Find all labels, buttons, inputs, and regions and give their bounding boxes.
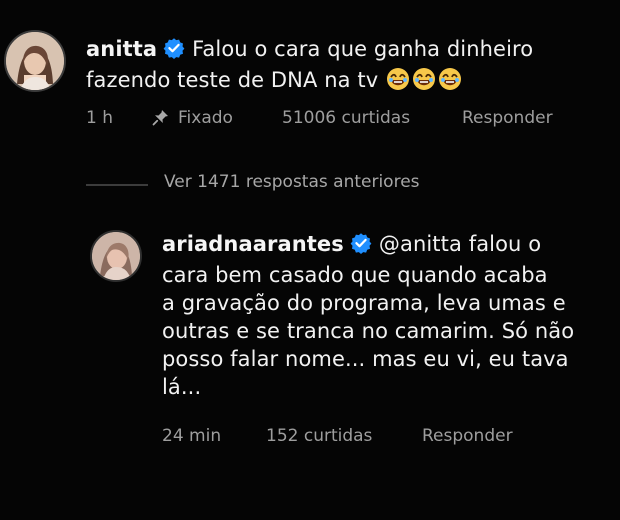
verified-icon	[163, 37, 185, 66]
comment-text-line-2: fazendo teste de DNA na tv	[86, 68, 379, 92]
pin-icon	[152, 108, 170, 126]
laughing-emoji-icon	[386, 67, 410, 91]
comment-username[interactable]: anitta	[86, 37, 157, 61]
reply-username[interactable]: ariadnaarantes	[162, 232, 344, 256]
reply-text-line-3: a gravação do programa, leva umas e	[162, 291, 566, 315]
reply-button[interactable]: Responder	[462, 108, 553, 128]
reply-line-1: ariadnaarantes @anitta falou o	[162, 230, 602, 261]
comments-screen: anitta Falou o cara que ganha dinheiro f…	[0, 0, 620, 520]
reply-time: 24 min	[162, 426, 222, 446]
laughing-emoji-group	[386, 67, 464, 98]
reply-text-line-2: cara bem casado que quando acaba	[162, 263, 548, 287]
comment-text-line-1: Falou o cara que ganha dinheiro	[192, 37, 534, 61]
reply-text-line-5: posso falar nome... mas eu vi, eu tava	[162, 347, 569, 371]
ariadnaarantes-avatar[interactable]	[90, 230, 142, 282]
comment-line-2: fazendo teste de DNA na tv	[86, 66, 606, 98]
reply-button[interactable]: Responder	[422, 426, 513, 446]
reply-likes[interactable]: 152 curtidas	[266, 426, 372, 446]
reply-text-line-1: @anitta falou o	[378, 232, 542, 256]
comment-time: 1 h	[86, 108, 113, 128]
thread-line	[86, 184, 148, 186]
reply-text-line-6: lá...	[162, 375, 202, 399]
ariadnaarantes-reply: ariadnaarantes @anitta falou o cara bem …	[162, 230, 602, 401]
laughing-emoji-icon	[438, 67, 462, 91]
comment-likes[interactable]: 51006 curtidas	[282, 108, 410, 128]
pinned-label: Fixado	[178, 108, 233, 128]
verified-icon	[350, 232, 372, 261]
reply-text-line-4: outras e se tranca no camarim. Só não	[162, 319, 575, 343]
ariadnaarantes-reply-meta: 24 min 152 curtidas Responder	[162, 426, 582, 450]
view-replies-link[interactable]: Ver 1471 respostas anteriores	[164, 172, 420, 192]
comment-line-1: anitta Falou o cara que ganha dinheiro	[86, 35, 606, 66]
anitta-comment: anitta Falou o cara que ganha dinheiro f…	[86, 35, 606, 98]
anitta-avatar[interactable]	[4, 30, 66, 92]
laughing-emoji-icon	[412, 67, 436, 91]
anitta-comment-meta: 1 h Fixado 51006 curtidas Responder	[86, 108, 586, 132]
